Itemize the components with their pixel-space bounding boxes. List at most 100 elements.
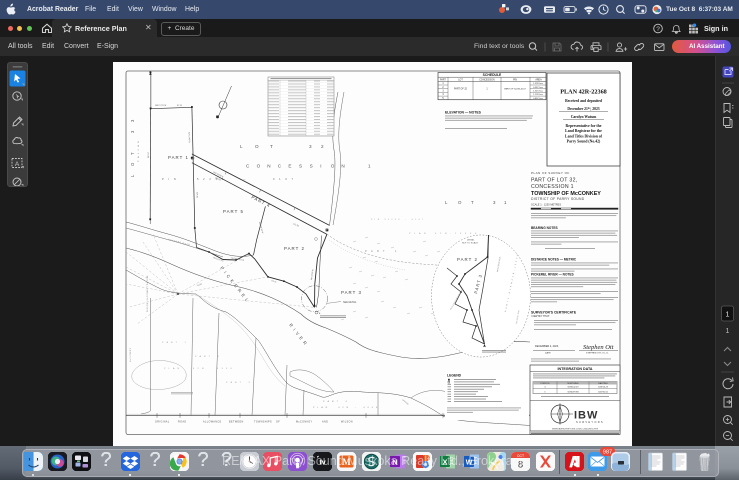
svg-text:L: L	[169, 368, 171, 370]
svg-text:Stephen Ott: Stephen Ott	[583, 344, 614, 351]
svg-text:Representative for the: Representative for the	[566, 124, 602, 128]
svg-text:LOT: LOT	[458, 79, 463, 81]
svg-text:R: R	[332, 401, 334, 403]
svg-text:543914.23: 543914.23	[598, 387, 609, 389]
svg-text:O: O	[130, 162, 135, 166]
svg-text:FLOW: FLOW	[197, 283, 203, 287]
svg-text:2: 2	[391, 219, 393, 221]
svg-text:1: 1	[726, 328, 730, 335]
svg-text:UPPARD: UPPARD	[401, 398, 409, 406]
svg-text:PLAN 42R-22368: PLAN 42R-22368	[560, 89, 607, 96]
svg-text:N: N	[326, 407, 328, 409]
svg-text:4: 4	[217, 368, 219, 370]
svg-text:A: A	[371, 249, 373, 253]
svg-text:C A L L A N: C A L L A N	[137, 140, 140, 162]
svg-text:5: 5	[372, 407, 374, 409]
svg-text:A: A	[328, 400, 330, 403]
svg-text:BETWEEN: BETWEEN	[229, 421, 244, 424]
svg-text:R: R	[202, 368, 204, 370]
svg-text:N: N	[267, 164, 270, 169]
svg-text:McCONKEY: McCONKEY	[130, 347, 132, 362]
svg-text:T: T	[240, 382, 242, 384]
svg-text:3: 3	[309, 144, 312, 149]
svg-text:PART: PART	[440, 78, 447, 81]
svg-text:I: I	[320, 164, 321, 169]
svg-text:3: 3	[130, 119, 135, 122]
svg-text:LEGEND: LEGEND	[447, 374, 462, 378]
svg-text:NOT TO SCALE: NOT TO SCALE	[462, 242, 478, 245]
svg-text:N: N	[341, 164, 344, 169]
svg-text:4: 4	[465, 233, 467, 235]
svg-text:P: P	[164, 368, 166, 370]
svg-text:R: R	[347, 407, 349, 409]
svg-text:-: -	[355, 407, 356, 409]
svg-text:CONCESSION 1: CONCESSION 1	[531, 184, 574, 190]
svg-text:PICKEREL: PICKEREL	[219, 266, 251, 305]
svg-text:0: 0	[368, 407, 370, 409]
svg-text:Land Registrar for the: Land Registrar for the	[565, 129, 602, 133]
svg-text:Land Titles Division of: Land Titles Division of	[565, 134, 603, 138]
svg-text:AREA: AREA	[535, 78, 542, 81]
svg-text:Carolyn Watson: Carolyn Watson	[571, 115, 597, 119]
svg-text:4: 4	[193, 368, 195, 370]
svg-text:WATERS EDGE: WATERS EDGE	[231, 257, 245, 262]
svg-text:A: A	[231, 381, 233, 384]
svg-text:DISTRICT OF PARRY SOUND: DISTRICT OF PARRY SOUND	[531, 197, 585, 201]
svg-text:R: R	[204, 356, 206, 358]
svg-text:L: L	[414, 233, 416, 235]
svg-text:3: 3	[130, 130, 135, 133]
svg-text:O: O	[257, 164, 261, 169]
svg-text:1.315 ha±: 1.315 ha±	[533, 91, 544, 93]
svg-text:T: T	[270, 144, 273, 149]
svg-text:Parry Sound (No.42): Parry Sound (No.42)	[567, 140, 601, 144]
svg-text:O: O	[458, 200, 462, 205]
svg-text:PART 2: PART 2	[284, 246, 305, 251]
svg-text:5096142.49: 5096142.49	[568, 387, 580, 389]
svg-text:0: 0	[412, 219, 414, 221]
svg-text:INTEGRATION DATA: INTEGRATION DATA	[558, 367, 593, 371]
svg-text:O: O	[255, 144, 259, 149]
svg-text:C: C	[246, 164, 250, 169]
svg-text:N: N	[378, 219, 380, 221]
svg-text:P: P	[162, 342, 164, 344]
svg-text:T: T	[176, 342, 178, 344]
svg-text:1: 1	[395, 249, 397, 253]
svg-text:SURVEYOR'S CERTIFICATE: SURVEYOR'S CERTIFICATE	[531, 311, 577, 315]
svg-text:R: R	[171, 342, 173, 344]
svg-text:-: -	[405, 219, 406, 221]
svg-text:SCHEDULE: SCHEDULE	[483, 73, 502, 77]
svg-text:A: A	[173, 367, 175, 370]
svg-text:PIN: PIN	[513, 79, 517, 81]
svg-text:ROAD: ROAD	[178, 421, 187, 424]
svg-text:P: P	[365, 249, 367, 253]
svg-text:6: 6	[231, 368, 233, 370]
svg-text:OF: OF	[276, 421, 280, 424]
svg-text:N2°12'40"W: N2°12'40"W	[188, 132, 190, 143]
svg-text:ELEVATION — NOTES: ELEVATION — NOTES	[445, 111, 482, 115]
svg-text:7: 7	[422, 219, 424, 221]
svg-text:PART 4: PART 4	[251, 194, 272, 208]
svg-text:4: 4	[346, 401, 348, 403]
svg-text:T: T	[130, 152, 135, 155]
svg-text:L: L	[317, 407, 319, 409]
svg-text:T: T	[383, 249, 385, 253]
svg-text:EASTING: EASTING	[598, 382, 608, 385]
svg-text:McCONKEY: McCONKEY	[296, 421, 312, 424]
svg-text:CONCESSION: CONCESSION	[479, 79, 495, 81]
svg-text:4: 4	[363, 407, 365, 409]
svg-text:WWW.IBWSURVEYORS.COM | 1-800: WWW.IBWSURVEYORS.COM | 1-800-8WT-7999	[552, 429, 599, 431]
svg-text:DETAIL: DETAIL	[467, 239, 475, 242]
svg-text:DISTANCE NOTES — METRIC: DISTANCE NOTES — METRIC	[531, 258, 577, 262]
svg-text:?: ?	[656, 26, 660, 33]
svg-text:N89°57'20"E: N89°57'20"E	[155, 105, 167, 107]
svg-text:O: O	[331, 164, 335, 169]
svg-text:SCALE 1 : 1250 METRES: SCALE 1 : 1250 METRES	[531, 203, 561, 207]
svg-text:1: 1	[504, 200, 507, 205]
svg-text:Received and deposited: Received and deposited	[565, 99, 603, 103]
svg-text:3: 3	[493, 200, 496, 205]
svg-text:1: 1	[368, 164, 371, 169]
svg-text:0: 0	[419, 219, 421, 221]
svg-text:R: R	[377, 249, 379, 253]
svg-text:PLAN OF SURVEY OF: PLAN OF SURVEY OF	[531, 171, 570, 175]
svg-text:C: C	[278, 164, 282, 169]
